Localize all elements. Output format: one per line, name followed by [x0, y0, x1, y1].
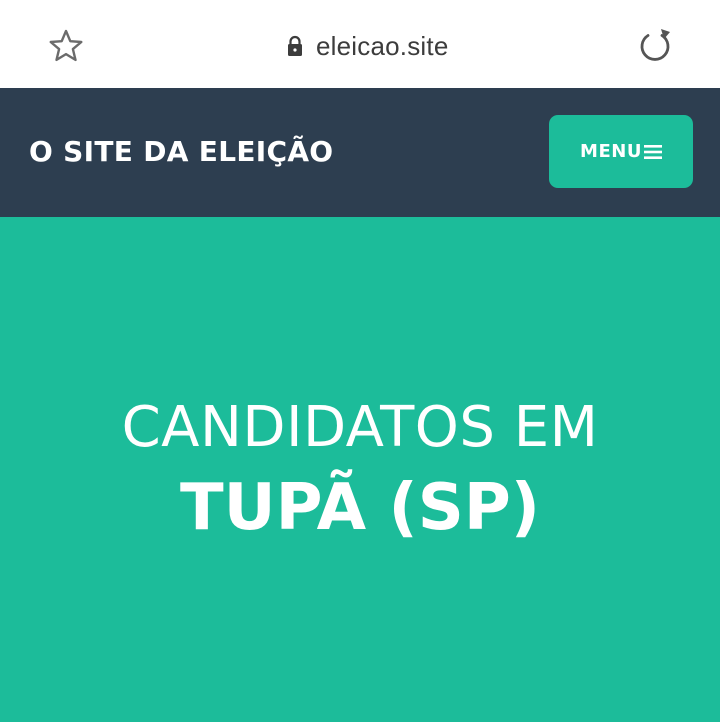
hamburger-icon — [643, 144, 662, 159]
url-field[interactable]: eleicao.site — [286, 28, 448, 64]
star-icon[interactable] — [48, 28, 84, 64]
reload-icon[interactable] — [636, 26, 674, 64]
menu-button[interactable]: MENU — [549, 115, 693, 188]
site-title[interactable]: O SITE DA ELEIÇÃO — [29, 134, 333, 170]
url-text: eleicao.site — [316, 30, 449, 61]
browser-address-bar: eleicao.site — [0, 0, 720, 88]
lock-icon — [288, 35, 302, 56]
menu-label: MENU — [580, 141, 642, 162]
hero-heading-city: TUPÃ (SP) — [180, 471, 540, 545]
hero-heading-line1: CANDIDATOS EM — [121, 395, 599, 460]
